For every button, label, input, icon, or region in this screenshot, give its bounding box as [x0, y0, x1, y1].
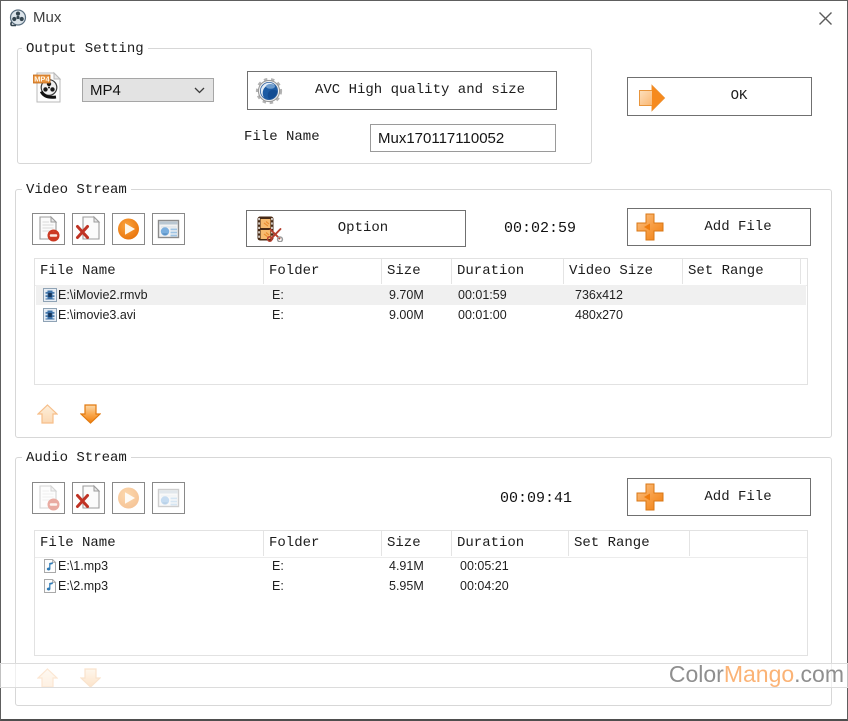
- svg-text:MP4: MP4: [34, 75, 50, 84]
